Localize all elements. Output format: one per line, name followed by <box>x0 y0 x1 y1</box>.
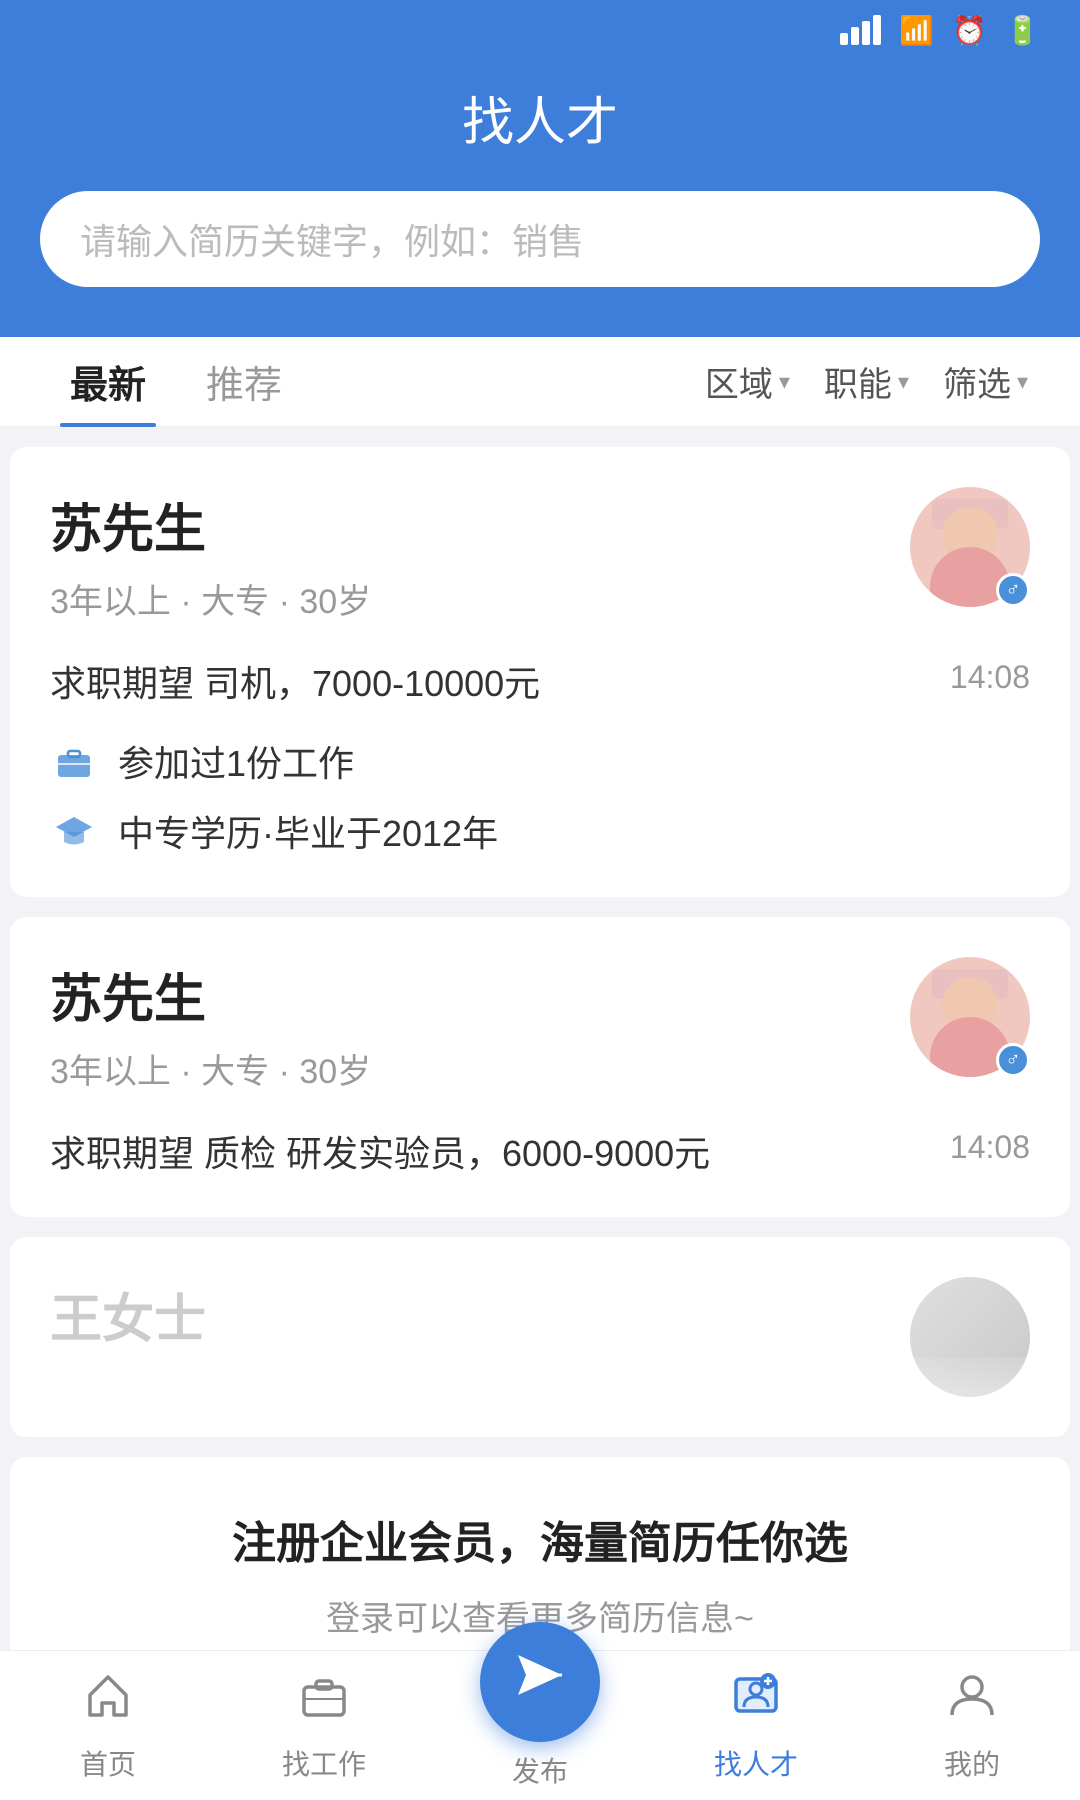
nav-label-home: 首页 <box>80 1743 136 1783</box>
publish-button[interactable] <box>480 1622 600 1742</box>
graduation-icon <box>50 807 98 855</box>
candidate-list: 苏先生 3年以上 · 大专 · 30岁 ♂ 求职期望 司机，7000-10000… <box>0 427 1080 1710</box>
card-header-1: 苏先生 3年以上 · 大专 · 30岁 ♂ <box>50 957 1030 1093</box>
battery-icon: 🔋 <box>1005 14 1040 47</box>
clock-icon: ⏰ <box>952 14 987 47</box>
send-icon <box>512 1647 568 1716</box>
person-icon <box>946 1669 998 1733</box>
filter-region[interactable]: 区域 ▾ <box>693 357 802 406</box>
gender-badge-0: ♂ <box>996 573 1030 607</box>
search-bar[interactable]: 请输入简历关键字，例如：销售 <box>40 191 1040 287</box>
nav-label-find-job: 找工作 <box>282 1743 366 1783</box>
login-title: 注册企业会员，海量简历任你选 <box>50 1507 1030 1571</box>
header: 找人才 请输入简历关键字，例如：销售 <box>0 60 1080 337</box>
candidate-card-2: 王女士 <box>10 1237 1070 1437</box>
signal-icon <box>840 15 881 45</box>
nav-label-mine: 我的 <box>944 1743 1000 1783</box>
page-title: 找人才 <box>40 80 1040 155</box>
candidate-name-0: 苏先生 3年以上 · 大专 · 30岁 <box>50 487 371 623</box>
nav-item-home[interactable]: 首页 <box>0 1651 216 1800</box>
search-placeholder: 请输入简历关键字，例如：销售 <box>80 213 584 265</box>
candidate-name-2: 王女士 <box>50 1277 206 1352</box>
tab-latest[interactable]: 最新 <box>40 337 176 427</box>
nav-item-find-talent[interactable]: 找人才 <box>648 1651 864 1800</box>
tag-edu-0: 中专学历·毕业于2012年 <box>50 805 1030 857</box>
filter-function[interactable]: 职能 ▾ <box>812 357 921 406</box>
candidate-card-0[interactable]: 苏先生 3年以上 · 大专 · 30岁 ♂ 求职期望 司机，7000-10000… <box>10 447 1070 897</box>
nav-label-publish: 发布 <box>512 1750 568 1790</box>
tab-recommended[interactable]: 推荐 <box>176 337 312 427</box>
avatar-0: ♂ <box>910 487 1030 607</box>
chevron-down-icon: ▾ <box>1017 369 1028 395</box>
candidate-name-1: 苏先生 3年以上 · 大专 · 30岁 <box>50 957 371 1093</box>
wifi-icon: 📶 <box>899 14 934 47</box>
card-tags-0: 参加过1份工作 中专学历·毕业于2012年 <box>50 735 1030 857</box>
find-talent-icon <box>730 1669 782 1733</box>
bottom-nav: 首页 找工作 发布 <box>0 1650 1080 1800</box>
avatar-1: ♂ <box>910 957 1030 1077</box>
chevron-down-icon: ▾ <box>779 369 790 395</box>
tab-bar: 最新 推荐 区域 ▾ 职能 ▾ 筛选 ▾ <box>0 337 1080 427</box>
filter-group: 区域 ▾ 职能 ▾ 筛选 ▾ <box>693 357 1040 406</box>
tag-work-0: 参加过1份工作 <box>50 735 1030 787</box>
card-header-0: 苏先生 3年以上 · 大专 · 30岁 ♂ <box>50 487 1030 623</box>
briefcase-icon <box>50 737 98 785</box>
gender-badge-1: ♂ <box>996 1043 1030 1077</box>
nav-item-mine[interactable]: 我的 <box>864 1651 1080 1800</box>
filter-screen[interactable]: 筛选 ▾ <box>931 357 1040 406</box>
status-bar: 📶 ⏰ 🔋 <box>0 0 1080 60</box>
home-icon <box>82 1669 134 1733</box>
chevron-down-icon: ▾ <box>898 369 909 395</box>
briefcase-nav-icon <box>298 1669 350 1733</box>
nav-item-find-job[interactable]: 找工作 <box>216 1651 432 1800</box>
candidate-card-1[interactable]: 苏先生 3年以上 · 大专 · 30岁 ♂ 求职期望 质检 研发实验员，6000… <box>10 917 1070 1217</box>
nav-item-publish[interactable]: 发布 <box>432 1662 648 1790</box>
nav-label-find-talent: 找人才 <box>714 1743 798 1783</box>
